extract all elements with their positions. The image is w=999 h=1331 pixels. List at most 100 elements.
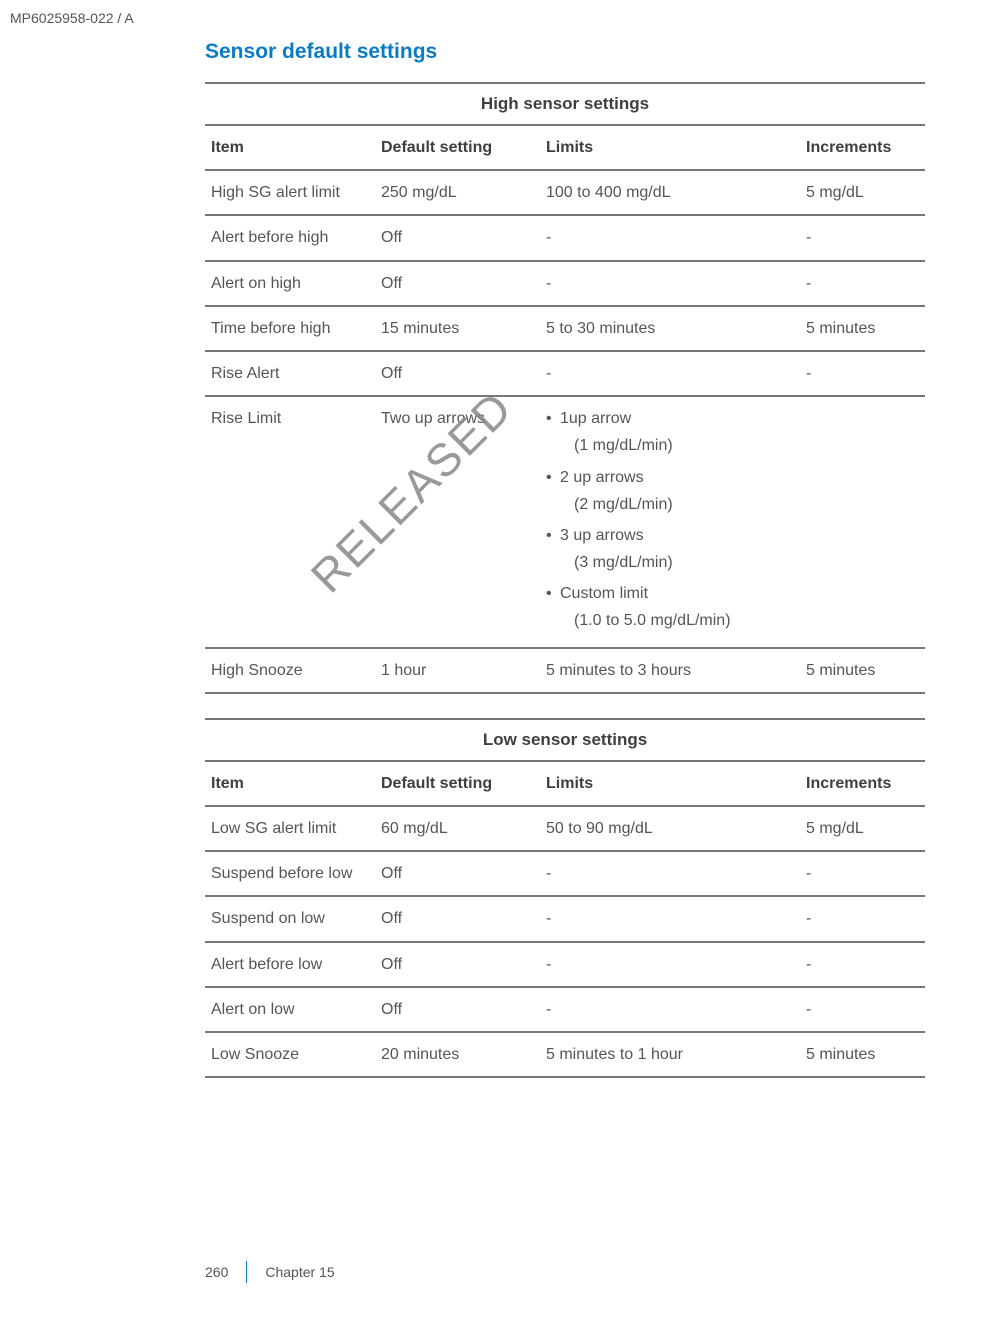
list-item-text: 2 up arrows (560, 469, 644, 486)
cell-increments: 5 minutes (800, 1032, 925, 1077)
cell-item: Suspend on low (205, 896, 375, 941)
table-row: Alert before low Off - - (205, 942, 925, 987)
cell-increments: 5 minutes (800, 648, 925, 693)
table-row: Rise Limit Two up arrows 1up arrow (1 mg/… (205, 396, 925, 648)
document-id: MP6025958-022 / A (10, 10, 134, 26)
cell-default: Off (375, 896, 540, 941)
col-header-item: Item (205, 761, 375, 806)
cell-limits: 5 minutes to 3 hours (540, 648, 800, 693)
col-header-default: Default setting (375, 125, 540, 170)
cell-default: 20 minutes (375, 1032, 540, 1077)
table-row: Rise Alert Off - - (205, 351, 925, 396)
cell-increments: 5 mg/dL (800, 806, 925, 851)
list-item: 2 up arrows (2 mg/dL/min) (546, 464, 794, 518)
cell-default: 60 mg/dL (375, 806, 540, 851)
list-item-text: 3 up arrows (560, 527, 644, 544)
cell-default: Off (375, 942, 540, 987)
high-settings-table: Item Default setting Limits Increments H… (205, 124, 925, 694)
cell-increments: 5 minutes (800, 306, 925, 351)
main-content: Sensor default settings High sensor sett… (205, 40, 925, 1078)
cell-limits: - (540, 261, 800, 306)
cell-limits: - (540, 896, 800, 941)
cell-default: Two up arrows (375, 396, 540, 648)
cell-limits: 1up arrow (1 mg/dL/min) 2 up arrows (2 mg/… (540, 396, 800, 648)
cell-increments: - (800, 215, 925, 260)
cell-item: Alert on high (205, 261, 375, 306)
cell-limits: 100 to 400 mg/dL (540, 170, 800, 215)
cell-increments: - (800, 351, 925, 396)
table-row: Alert before high Off - - (205, 215, 925, 260)
cell-increments: - (800, 942, 925, 987)
cell-limits: - (540, 942, 800, 987)
cell-item: Rise Limit (205, 396, 375, 648)
cell-increments: - (800, 987, 925, 1032)
col-header-increments: Increments (800, 761, 925, 806)
cell-item: Rise Alert (205, 351, 375, 396)
cell-item: Alert before low (205, 942, 375, 987)
cell-default: 15 minutes (375, 306, 540, 351)
cell-item: High SG alert limit (205, 170, 375, 215)
cell-limits: - (540, 987, 800, 1032)
cell-limits: - (540, 851, 800, 896)
cell-increments: 5 mg/dL (800, 170, 925, 215)
footer-divider (246, 1261, 247, 1283)
cell-increments: - (800, 851, 925, 896)
table-title-low: Low sensor settings (205, 718, 925, 760)
cell-limits: - (540, 215, 800, 260)
cell-item: Time before high (205, 306, 375, 351)
cell-default: Off (375, 351, 540, 396)
cell-default: 250 mg/dL (375, 170, 540, 215)
section-title: Sensor default settings (205, 40, 925, 64)
cell-item: High Snooze (205, 648, 375, 693)
footer: 260 Chapter 15 (205, 1261, 335, 1283)
cell-item: Alert on low (205, 987, 375, 1032)
list-item-text: Custom limit (560, 585, 648, 602)
list-item: 3 up arrows (3 mg/dL/min) (546, 522, 794, 576)
table-header-row: Item Default setting Limits Increments (205, 125, 925, 170)
low-settings-table: Item Default setting Limits Increments L… (205, 760, 925, 1078)
table-row: High Snooze 1 hour 5 minutes to 3 hours … (205, 648, 925, 693)
list-item-sub: (1.0 to 5.0 mg/dL/min) (560, 607, 794, 634)
cell-increments: - (800, 896, 925, 941)
col-header-limits: Limits (540, 761, 800, 806)
list-item: Custom limit (1.0 to 5.0 mg/dL/min) (546, 580, 794, 634)
cell-default: Off (375, 261, 540, 306)
table-row: Alert on high Off - - (205, 261, 925, 306)
page-number: 260 (205, 1264, 246, 1280)
cell-default: Off (375, 851, 540, 896)
table-row: High SG alert limit 250 mg/dL 100 to 400… (205, 170, 925, 215)
list-item-sub: (1 mg/dL/min) (560, 432, 794, 459)
cell-limits: 50 to 90 mg/dL (540, 806, 800, 851)
cell-increments (800, 396, 925, 648)
list-item-text: 1up arrow (560, 410, 631, 427)
cell-item: Low SG alert limit (205, 806, 375, 851)
cell-item: Low Snooze (205, 1032, 375, 1077)
cell-item: Alert before high (205, 215, 375, 260)
cell-limits: 5 to 30 minutes (540, 306, 800, 351)
col-header-increments: Increments (800, 125, 925, 170)
table-header-row: Item Default setting Limits Increments (205, 761, 925, 806)
cell-increments: - (800, 261, 925, 306)
table-row: Low SG alert limit 60 mg/dL 50 to 90 mg/… (205, 806, 925, 851)
cell-default: Off (375, 987, 540, 1032)
cell-default: 1 hour (375, 648, 540, 693)
col-header-default: Default setting (375, 761, 540, 806)
col-header-item: Item (205, 125, 375, 170)
table-row: Alert on low Off - - (205, 987, 925, 1032)
table-row: Suspend before low Off - - (205, 851, 925, 896)
table-row: Low Snooze 20 minutes 5 minutes to 1 hou… (205, 1032, 925, 1077)
table-row: Time before high 15 minutes 5 to 30 minu… (205, 306, 925, 351)
table-title-high: High sensor settings (205, 82, 925, 124)
chapter-label: Chapter 15 (265, 1264, 334, 1280)
col-header-limits: Limits (540, 125, 800, 170)
list-item-sub: (3 mg/dL/min) (560, 549, 794, 576)
table-gap (205, 694, 925, 718)
cell-default: Off (375, 215, 540, 260)
list-item-sub: (2 mg/dL/min) (560, 491, 794, 518)
limits-list: 1up arrow (1 mg/dL/min) 2 up arrows (2 mg/… (546, 405, 794, 635)
cell-limits: - (540, 351, 800, 396)
table-row: Suspend on low Off - - (205, 896, 925, 941)
cell-item: Suspend before low (205, 851, 375, 896)
cell-limits: 5 minutes to 1 hour (540, 1032, 800, 1077)
list-item: 1up arrow (1 mg/dL/min) (546, 405, 794, 459)
